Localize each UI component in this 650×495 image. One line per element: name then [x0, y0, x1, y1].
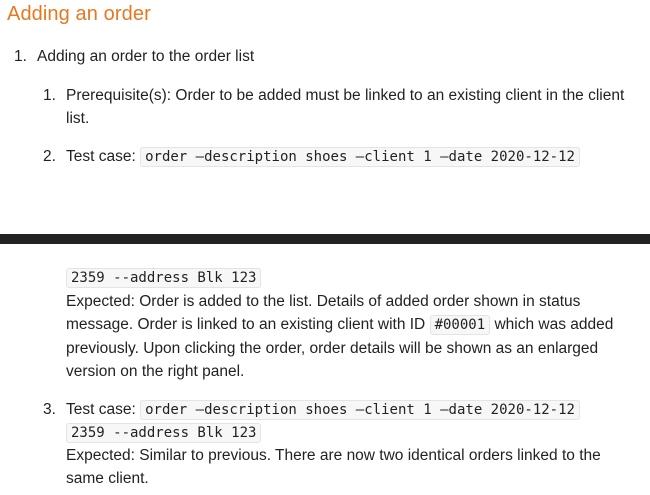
page-title: Adding an order — [7, 3, 151, 25]
test-case-command-cont-line: 2359 --address Blk 123 — [66, 266, 262, 290]
test-case-label: Test case: — [66, 148, 136, 165]
expected-text-line2: message. Order is linked to an existing … — [66, 313, 613, 337]
test-case-command-cont-line: 2359 --address Blk 123 — [66, 421, 262, 445]
expected-text-line4: version on the right panel. — [66, 363, 245, 380]
prerequisite-text-cont: list. — [66, 110, 90, 127]
expected-text: Expected: Order is added to the list. De… — [66, 293, 581, 310]
expected-text-line2: same client. — [66, 470, 149, 487]
test-case-command-cont: 2359 --address Blk 123 — [66, 423, 262, 443]
test-case-line: Test case: order —description shoes —cli… — [66, 145, 580, 169]
expected-text-line3: previously. Upon clicking the order, ord… — [66, 340, 599, 357]
expected-text-pre: message. Order is linked to an existing … — [66, 316, 426, 333]
test-case-line: Test case: order —description shoes —cli… — [66, 398, 580, 422]
list-item-title: Adding an order to the order list — [37, 48, 255, 65]
sub-list-number: 2. — [43, 148, 56, 165]
expected-text: Expected: Similar to previous. There are… — [66, 447, 601, 464]
page-break-divider — [0, 234, 650, 244]
list-number: 1. — [14, 48, 27, 65]
test-case-command-cont: 2359 --address Blk 123 — [66, 268, 262, 288]
test-case-label: Test case: — [66, 401, 136, 418]
expected-text-post: which was added — [494, 316, 614, 333]
test-case-command: order —description shoes —client 1 —date… — [140, 400, 580, 420]
sub-list-number: 3. — [43, 401, 56, 418]
client-id-code: #00001 — [429, 315, 491, 335]
test-case-command: order —description shoes —client 1 —date… — [140, 147, 580, 167]
prerequisite-text: Prerequisite(s): Order to be added must … — [66, 87, 625, 104]
sub-list-number: 1. — [43, 87, 56, 104]
